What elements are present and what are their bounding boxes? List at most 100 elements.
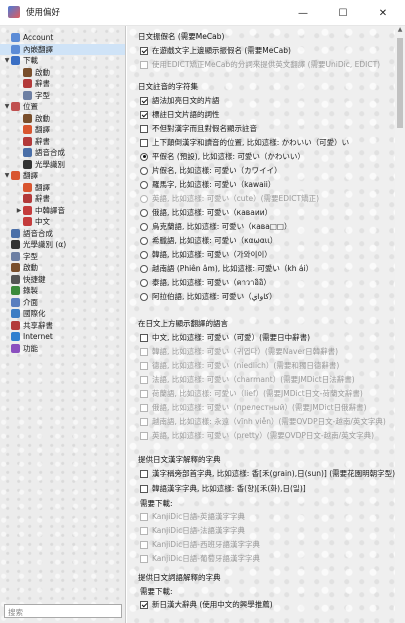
checkbox[interactable] bbox=[140, 484, 148, 493]
sidebar-item-label: 介面 bbox=[23, 297, 38, 307]
checkbox[interactable] bbox=[140, 110, 148, 119]
download-label: 需要下載: bbox=[140, 499, 173, 508]
option-label: 泰語, 比如這樣: 可愛い（คาวาอิอิ） bbox=[152, 277, 271, 287]
checkbox-option: KanjiDic日語-法語漢字字典 bbox=[140, 525, 245, 536]
sidebar-item[interactable]: 翻譯 bbox=[0, 182, 125, 194]
radio-option[interactable]: 泰語, 比如這樣: 可愛い（คาวาอิอิ） bbox=[140, 277, 271, 288]
radio-button[interactable] bbox=[140, 222, 148, 231]
radio-button[interactable] bbox=[140, 152, 148, 161]
radio-option[interactable]: 平假名 (預設), 比如這樣: 可愛い（かわいい） bbox=[140, 151, 305, 162]
radio-option[interactable]: 阿拉伯語, 比如這樣: 可愛い（كاواي） bbox=[140, 291, 277, 302]
sidebar-item[interactable]: 辭書 bbox=[0, 78, 125, 90]
radio-button[interactable] bbox=[140, 292, 148, 301]
checkbox[interactable] bbox=[140, 600, 148, 609]
sidebar-item[interactable]: 語音合成 bbox=[0, 147, 125, 159]
radio-option[interactable]: 烏克蘭語, 比如這樣: 可愛い（кава□□） bbox=[140, 221, 292, 232]
checkbox bbox=[140, 526, 148, 535]
radio-option[interactable]: 希臘語, 比如這樣: 可愛い（καωαιι） bbox=[140, 235, 277, 246]
checkbox-option[interactable]: 語法加亮日文的片語 bbox=[140, 95, 220, 106]
radio-button[interactable] bbox=[140, 264, 148, 273]
checkbox-option[interactable]: 上下顛倒漢字和讀音的位置, 比如這樣: かわいい（可愛）い bbox=[140, 137, 349, 148]
radio-button[interactable] bbox=[140, 236, 148, 245]
radio-option[interactable]: 俄語, 比如這樣: 可愛い（каваии） bbox=[140, 207, 272, 218]
close-button[interactable]: ✕ bbox=[363, 0, 403, 26]
sidebar-item[interactable]: 功能 bbox=[0, 343, 125, 355]
minimize-button[interactable]: — bbox=[283, 0, 323, 26]
checkbox-option[interactable]: 漢字稱旁部首字典, 比如這樣: 香[禾(grain),日(sun)] (需要花園… bbox=[140, 468, 395, 479]
sidebar-item[interactable]: 字型 bbox=[0, 251, 125, 263]
scroll-up-arrow-icon[interactable]: ▲ bbox=[395, 26, 405, 36]
chevron-down-icon[interactable]: ▼ bbox=[3, 57, 11, 64]
sidebar-item[interactable]: 啟動 bbox=[0, 262, 125, 274]
chevron-down-icon[interactable]: ▼ bbox=[3, 103, 11, 110]
checkbox-option[interactable]: 韓語漢字字典, 比如這樣: 香(향)[禾(화),日(일)] bbox=[140, 483, 306, 494]
sidebar-item-label: 錄製 bbox=[23, 286, 38, 296]
radio-option[interactable]: 片假名, 比如這樣: 可愛い（カワイイ） bbox=[140, 165, 282, 176]
option-label: 阿拉伯語, 比如這樣: 可愛い（كاواي） bbox=[152, 292, 277, 301]
section-title: 提供日文漢字解釋的字典 bbox=[138, 455, 221, 464]
sidebar-item[interactable]: ▼ 翻譯 bbox=[0, 170, 125, 182]
sidebar-item[interactable]: 快捷鍵 bbox=[0, 274, 125, 286]
sidebar-item[interactable]: 辭書 bbox=[0, 136, 125, 148]
option-label: 在遊戲文字上邊顯示振假名 (需要MeCab) bbox=[152, 46, 291, 55]
checkbox-option[interactable]: 新日漢大辭典 (使用中文的興學推薦) bbox=[140, 599, 273, 610]
checkbox-option: 德語, 比如這樣: 可愛い（niedlich）(需要和獨日德辭書) bbox=[140, 360, 339, 371]
sidebar-item[interactable]: ▶ 中韓譯音 bbox=[0, 205, 125, 217]
radio-button[interactable] bbox=[140, 180, 148, 189]
checkbox-option: 韓語, 比如這樣: 可愛い（귀엽다）(需要Naver日韓辭書) bbox=[140, 346, 338, 357]
checkbox[interactable] bbox=[140, 333, 148, 342]
sidebar-item[interactable]: Account bbox=[0, 32, 125, 44]
option-label: 法語, 比如這樣: 可愛い（charmant）(需要JMDict日法辭書) bbox=[152, 375, 355, 384]
chevron-right-icon[interactable]: ▶ bbox=[15, 207, 23, 214]
sidebar-item[interactable]: ▼ 下載 bbox=[0, 55, 125, 67]
sidebar-item-label: 位置 bbox=[23, 102, 38, 112]
option-label: 烏克蘭語, 比如這樣: 可愛い（кава□□） bbox=[152, 222, 292, 231]
radio-option[interactable]: 韓語, 比如這樣: 可愛い（가와이이） bbox=[140, 249, 272, 260]
title-bar: 使用偏好 — ☐ ✕ bbox=[0, 0, 405, 26]
checkbox[interactable] bbox=[140, 96, 148, 105]
sidebar-item[interactable]: 字型 bbox=[0, 90, 125, 102]
radio-option[interactable]: 越南語 (Phiên âm), 比如這樣: 可愛い（kh ái） bbox=[140, 263, 313, 274]
sidebar-item[interactable]: ▼ 位置 bbox=[0, 101, 125, 113]
radio-option[interactable]: 羅馬字, 比如這樣: 可愛い（kawaii） bbox=[140, 179, 275, 190]
checkbox-option: 荷蘭語, 比如這樣: 可愛い（lief）(需要JMDict日文-荷蘭文辭書) bbox=[140, 388, 363, 399]
sidebar-item[interactable]: 錄製 bbox=[0, 285, 125, 297]
sidebar-item-label: 下載 bbox=[23, 56, 38, 66]
radio-button[interactable] bbox=[140, 250, 148, 259]
sidebar-item[interactable]: Internet bbox=[0, 331, 125, 343]
sidebar-item[interactable]: 中文 bbox=[0, 216, 125, 228]
sidebar-item[interactable]: 光學識別 (α) bbox=[0, 239, 125, 251]
launch-icon bbox=[11, 263, 20, 273]
checkbox[interactable] bbox=[140, 469, 148, 478]
sidebar-item[interactable]: 啟動 bbox=[0, 113, 125, 125]
sidebar-item[interactable]: 共享辭書 bbox=[0, 320, 125, 332]
radio-button[interactable] bbox=[140, 208, 148, 217]
checkbox-option[interactable]: 標註日文片語的詞性 bbox=[140, 109, 220, 120]
checkbox-option[interactable]: 不但對漢字而且對假名顯示註音 bbox=[140, 123, 257, 134]
checkbox-option[interactable]: 中文, 比如這樣: 可愛い（可愛）(需要日中辭書) bbox=[140, 332, 310, 343]
sidebar-item[interactable]: 啟動 bbox=[0, 67, 125, 79]
checkbox-option[interactable]: 在遊戲文字上邊顯示振假名 (需要MeCab) bbox=[140, 45, 291, 56]
maximize-button[interactable]: ☐ bbox=[323, 0, 363, 26]
search-input[interactable]: 搜索 bbox=[4, 604, 122, 618]
sidebar-item[interactable]: 語音合成 bbox=[0, 228, 125, 240]
sidebar-item[interactable]: 國際化 bbox=[0, 308, 125, 320]
sidebar-item[interactable]: 辭書 bbox=[0, 193, 125, 205]
dictionary-icon bbox=[23, 136, 32, 146]
sidebar-item[interactable]: 光學識別 bbox=[0, 159, 125, 171]
sidebar-item-label: Internet bbox=[23, 332, 53, 342]
shortcut-icon bbox=[11, 274, 20, 284]
scroll-thumb[interactable] bbox=[397, 38, 403, 128]
checkbox[interactable] bbox=[140, 46, 148, 55]
sidebar-item[interactable]: 翻譯 bbox=[0, 124, 125, 136]
checkbox[interactable] bbox=[140, 124, 148, 133]
option-label: 新日漢大辭典 (使用中文的興學推薦) bbox=[152, 600, 273, 609]
sidebar-item-label: 辭書 bbox=[35, 79, 50, 89]
radio-button[interactable] bbox=[140, 166, 148, 175]
chevron-down-icon[interactable]: ▼ bbox=[3, 172, 11, 179]
radio-button[interactable] bbox=[140, 278, 148, 287]
sidebar-item[interactable]: 內嵌翻譯 bbox=[0, 43, 125, 55]
vertical-scrollbar[interactable]: ▲ bbox=[395, 26, 405, 623]
checkbox[interactable] bbox=[140, 138, 148, 147]
sidebar-item[interactable]: 介面 bbox=[0, 297, 125, 309]
